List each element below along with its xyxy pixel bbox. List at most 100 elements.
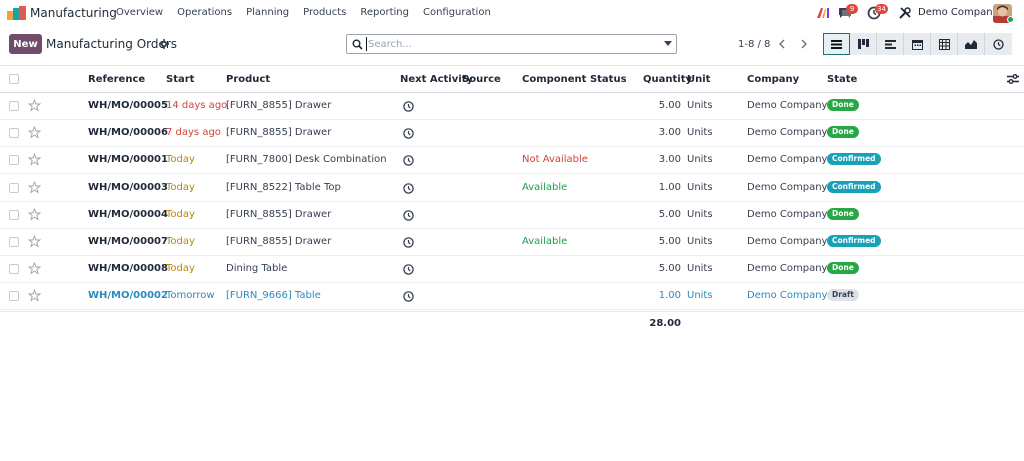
main-menu: Overview Operations Planning Products Re… <box>116 7 505 18</box>
cell-company: Demo Company <box>747 290 828 302</box>
row-checkbox[interactable] <box>9 237 19 247</box>
activity-clock-icon[interactable] <box>403 155 414 167</box>
priority-star-icon[interactable] <box>28 99 41 112</box>
cell-start: Today <box>166 263 195 275</box>
gear-icon[interactable] <box>159 39 169 49</box>
header-start[interactable]: Start <box>166 74 194 85</box>
row-checkbox[interactable] <box>9 264 19 275</box>
activity-clock-icon[interactable] <box>403 101 414 112</box>
pager-value[interactable]: 1-8 / 8 <box>738 39 770 50</box>
activity-clock-icon[interactable] <box>403 128 414 139</box>
header-company[interactable]: Company <box>747 74 799 85</box>
cell-start: Today <box>166 208 195 220</box>
cell-quantity: 5.00 <box>658 208 681 220</box>
cell-company: Demo Company <box>747 208 828 220</box>
ai-assistant-icon[interactable] <box>816 6 830 20</box>
cell-start: 14 days ago <box>166 100 228 111</box>
activities-badge: 34 <box>875 4 888 14</box>
new-button[interactable]: New <box>9 34 42 54</box>
menu-products[interactable]: Products <box>303 7 346 18</box>
cell-unit: Units <box>687 127 713 139</box>
cell-unit: Units <box>687 208 713 220</box>
status-badge: Confirmed <box>827 180 881 193</box>
page-title[interactable]: Manufacturing Orders <box>46 37 177 51</box>
table-row[interactable]: WH/MO/00002 Tomorrow [FURN_9666] Table 1.00… <box>0 283 1024 311</box>
optional-columns-toggle-icon[interactable] <box>1007 73 1019 85</box>
cell-quantity: 1.00 <box>658 181 681 193</box>
calendar-view-button[interactable] <box>904 33 931 55</box>
priority-star-icon[interactable] <box>28 153 41 167</box>
header-source[interactable]: Source <box>462 74 501 85</box>
cell-component-status: Available <box>522 181 568 193</box>
tools-icon[interactable] <box>898 6 912 20</box>
priority-star-icon[interactable] <box>28 262 41 275</box>
header-component-status[interactable]: Component Status <box>522 74 627 85</box>
header-product[interactable]: Product <box>226 74 270 85</box>
cell-start: Today <box>166 154 195 166</box>
cell-company: Demo Company <box>747 181 828 193</box>
cell-company: Demo Company <box>747 236 828 247</box>
row-checkbox[interactable] <box>9 209 19 220</box>
table-row[interactable]: WH/MO/00003 Today [FURN_8522] Table Top Ava… <box>0 175 1024 202</box>
list-view-button[interactable] <box>823 33 850 55</box>
cell-component-status: Not Available <box>522 154 588 166</box>
priority-star-icon[interactable] <box>28 235 41 248</box>
status-badge: Confirmed <box>827 235 881 247</box>
activity-clock-icon[interactable] <box>403 210 414 221</box>
priority-star-icon[interactable] <box>28 126 41 139</box>
cell-reference: WH/MO/00002 <box>88 290 168 302</box>
activity-clock-icon[interactable] <box>403 237 414 248</box>
kanban-view-button[interactable] <box>850 33 877 55</box>
activity-clock-icon[interactable] <box>403 291 414 303</box>
table-row[interactable]: WH/MO/00007 Today [FURN_8855] Drawer Availa… <box>0 229 1024 256</box>
menu-overview[interactable]: Overview <box>116 7 163 18</box>
menu-configuration[interactable]: Configuration <box>423 7 491 18</box>
activity-view-button[interactable] <box>985 33 1012 55</box>
search-input[interactable] <box>366 37 651 51</box>
table-row[interactable]: WH/MO/00006 7 days ago [FURN_8855] Drawer 3… <box>0 120 1024 148</box>
row-checkbox[interactable] <box>9 101 19 111</box>
header-unit[interactable]: Unit <box>687 74 710 85</box>
status-badge: Confirmed <box>827 153 881 166</box>
header-state[interactable]: State <box>827 74 857 85</box>
row-checkbox[interactable] <box>9 182 19 193</box>
status-badge: Done <box>827 99 859 111</box>
cell-company: Demo Company <box>747 263 828 275</box>
table-row[interactable]: WH/MO/00008 Today Dining Table 5.00 Units Dem… <box>0 256 1024 284</box>
priority-star-icon[interactable] <box>28 180 41 194</box>
area-chart-icon <box>965 40 977 49</box>
search-icon <box>352 39 363 50</box>
table-row[interactable]: WH/MO/00004 Today [FURN_8855] Drawer 5.00 Un… <box>0 202 1024 229</box>
calendar-icon <box>911 39 923 50</box>
select-all-checkbox[interactable] <box>9 74 19 84</box>
calendar-list-view-button[interactable] <box>877 33 904 55</box>
online-status-dot <box>1007 16 1014 23</box>
table-row[interactable]: WH/MO/00005 14 days ago [FURN_8855] Drawer… <box>0 93 1024 120</box>
priority-star-icon[interactable] <box>28 289 41 303</box>
row-checkbox[interactable] <box>9 155 19 166</box>
pivot-view-button[interactable] <box>931 33 958 55</box>
pager-previous-button[interactable] <box>771 34 793 54</box>
graph-view-button[interactable] <box>958 33 985 55</box>
company-switcher[interactable]: Demo Company <box>918 7 998 18</box>
pager-next-button[interactable] <box>793 34 815 54</box>
menu-planning[interactable]: Planning <box>246 7 289 18</box>
priority-star-icon[interactable] <box>28 207 41 221</box>
manufacturing-app-icon[interactable] <box>7 6 26 20</box>
table-row[interactable]: WH/MO/00001 Today [FURN_7800] Desk Combina… <box>0 147 1024 175</box>
menu-operations[interactable]: Operations <box>177 7 232 18</box>
status-badge: Draft <box>827 289 859 302</box>
activity-clock-icon[interactable] <box>403 264 414 275</box>
app-name[interactable]: Manufacturing <box>30 6 117 20</box>
cell-start: 7 days ago <box>166 127 221 139</box>
cell-product: [FURN_8855] Drawer <box>226 236 332 247</box>
header-reference[interactable]: Reference <box>88 74 145 85</box>
menu-reporting[interactable]: Reporting <box>360 7 409 18</box>
search-options-toggle-icon[interactable] <box>664 41 672 46</box>
cell-reference: WH/MO/00006 <box>88 127 168 139</box>
header-quantity[interactable]: Quantity <box>643 74 692 85</box>
activity-clock-icon[interactable] <box>403 182 414 194</box>
row-checkbox[interactable] <box>9 128 19 139</box>
cell-unit: Units <box>687 154 713 166</box>
row-checkbox[interactable] <box>9 291 19 302</box>
